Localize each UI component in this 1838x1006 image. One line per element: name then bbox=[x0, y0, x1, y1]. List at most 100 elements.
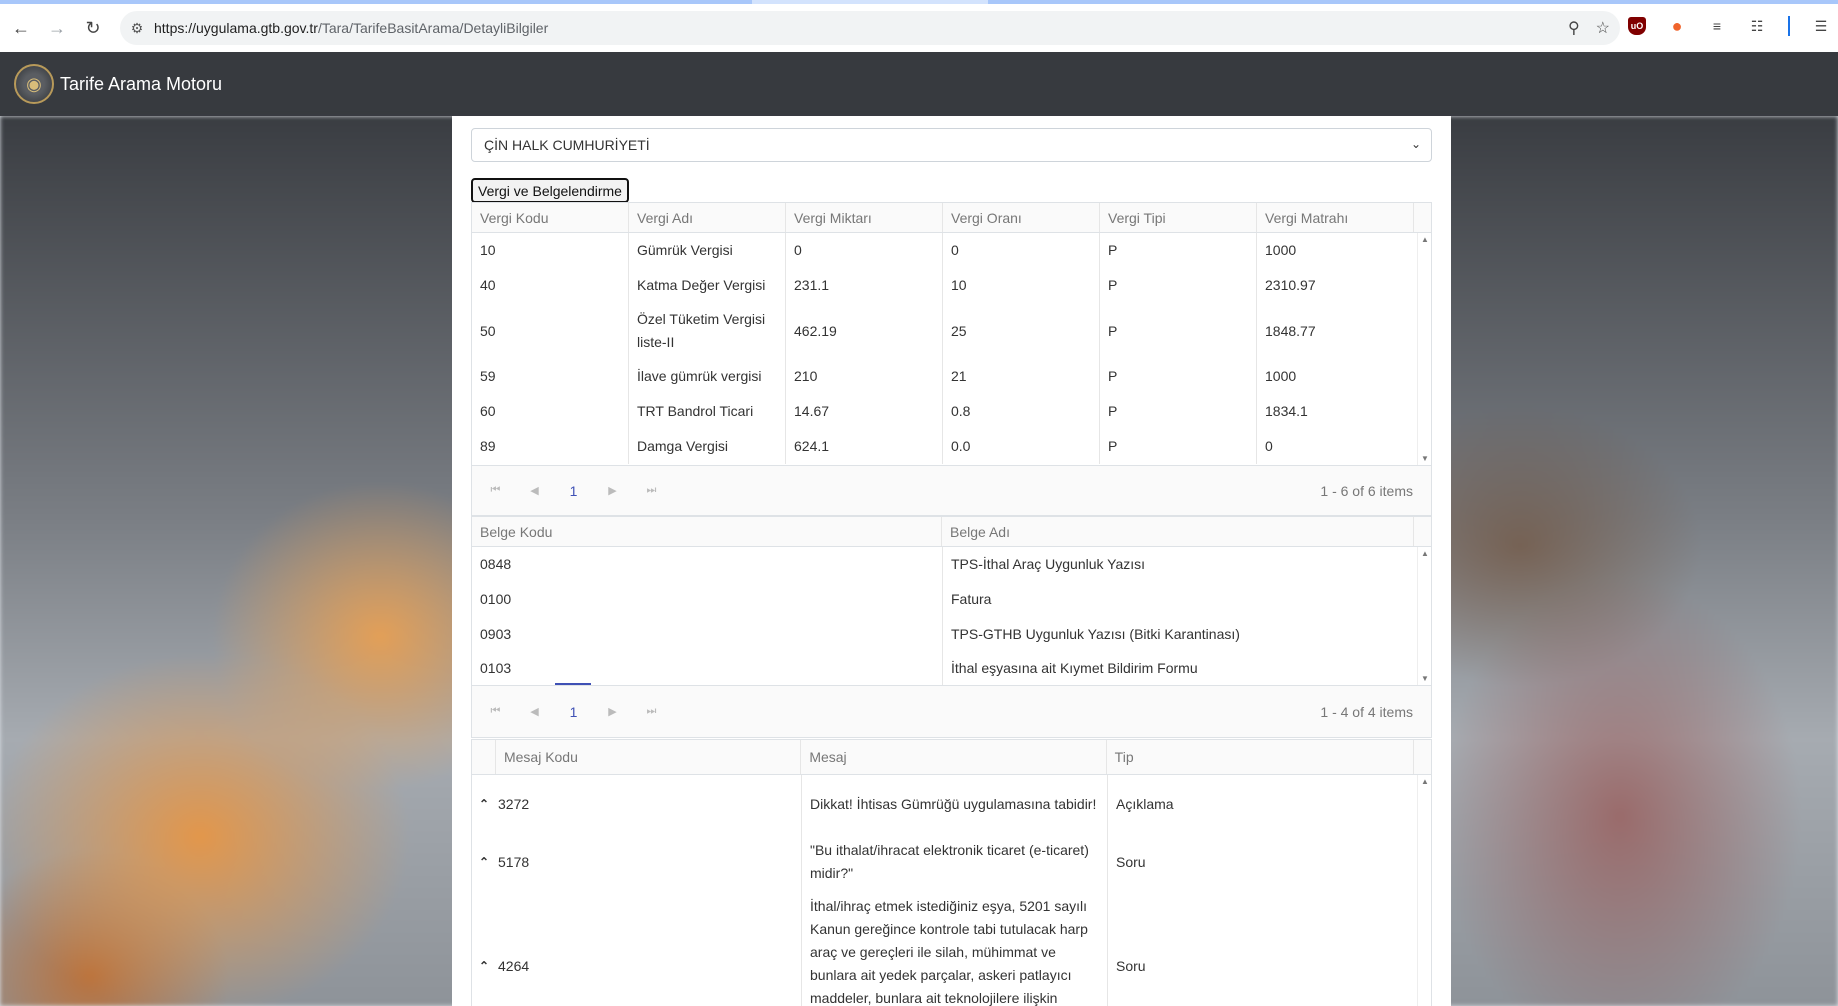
chevron-up-icon[interactable]: ⌃ bbox=[472, 833, 496, 891]
message-grid-scrollbar[interactable]: ▲ bbox=[1417, 775, 1431, 1006]
cell-base: 2310.97 bbox=[1265, 277, 1316, 293]
first-page-icon[interactable]: ⏮ bbox=[476, 705, 515, 718]
table-row[interactable]: ⌃ 5178 "Bu ithalat/ihracat elektronik ti… bbox=[472, 833, 1431, 891]
page-number[interactable]: 1 bbox=[554, 704, 593, 720]
reload-icon[interactable]: ↻ bbox=[78, 13, 108, 43]
cell-rate: 25 bbox=[943, 303, 1100, 359]
chevron-down-icon: ⌄ bbox=[1410, 137, 1421, 151]
table-row[interactable]: 50 Özel Tüketim Vergisi liste-II 462.19 … bbox=[472, 303, 1431, 359]
ublock-extension-icon[interactable]: uO bbox=[1628, 17, 1646, 35]
cell-base: 1848.77 bbox=[1265, 322, 1316, 339]
tax-grid-scrollbar[interactable]: ▲ ▼ bbox=[1417, 233, 1431, 465]
extension-orange-icon[interactable]: ● bbox=[1668, 16, 1686, 36]
address-url[interactable]: https://uygulama.gtb.gov.tr/Tara/TarifeB… bbox=[154, 20, 548, 36]
cell-base: 1000 bbox=[1265, 368, 1297, 384]
cell-amount: 462.19 bbox=[786, 303, 943, 359]
header-vergi-tipi[interactable]: Vergi Tipi bbox=[1100, 203, 1257, 232]
table-row[interactable]: ⌃ 3272 Dikkat! İhtisas Gümrüğü uygulamas… bbox=[472, 775, 1431, 833]
cell-type: P bbox=[1100, 268, 1257, 303]
cell-type: P bbox=[1100, 359, 1257, 394]
page-indicator-underline bbox=[555, 683, 591, 685]
table-row[interactable]: 0848 TPS-İthal Araç Uygunluk Yazısı bbox=[472, 547, 1431, 582]
cell-code: 59 bbox=[472, 359, 629, 394]
cell-amount: 210 bbox=[786, 359, 943, 394]
ministry-logo-icon[interactable]: ◉ bbox=[14, 64, 54, 104]
header-vergi-orani[interactable]: Vergi Oranı bbox=[943, 203, 1100, 232]
cell-doc-name: Fatura bbox=[951, 591, 992, 607]
cell-msg-text: İthal/ihraç etmek istediğiniz eşya, 5201… bbox=[802, 891, 1108, 1006]
media-icon[interactable]: ☰ bbox=[1812, 17, 1830, 35]
cell-msg-text: Dikkat! İhtisas Gümrüğü uygulamasına tab… bbox=[802, 775, 1108, 833]
toolbar-divider bbox=[1788, 16, 1790, 36]
table-row[interactable]: 59 İlave gümrük vergisi 210 21 P 1000 bbox=[472, 359, 1431, 394]
header-vergi-adi[interactable]: Vergi Adı bbox=[629, 203, 786, 232]
url-host: https://uygulama.gtb.gov.tr bbox=[154, 20, 318, 36]
cell-msg-type: Soru bbox=[1116, 853, 1146, 870]
cell-name: Gümrük Vergisi bbox=[629, 233, 786, 268]
zoom-icon[interactable]: ⚲ bbox=[1568, 18, 1580, 38]
header-mesaj[interactable]: Mesaj bbox=[801, 740, 1107, 774]
next-page-icon[interactable]: ▶ bbox=[593, 705, 632, 718]
back-arrow-icon[interactable]: ← bbox=[6, 13, 36, 43]
app-title[interactable]: Tarife Arama Motoru bbox=[60, 74, 222, 95]
country-select[interactable]: ÇİN HALK CUMHURİYETİ ⌄ bbox=[471, 128, 1432, 162]
cell-doc-code: 0903 bbox=[472, 617, 943, 652]
bookmark-star-icon[interactable]: ☆ bbox=[1596, 18, 1610, 38]
cell-amount: 624.1 bbox=[786, 429, 943, 464]
cell-doc-name: TPS-GTHB Uygunluk Yazısı (Bitki Karantin… bbox=[951, 626, 1240, 642]
document-grid-scrollbar[interactable]: ▲ ▼ bbox=[1417, 547, 1431, 685]
cell-type: P bbox=[1100, 303, 1257, 359]
table-row[interactable]: ⌃ 4264 İthal/ihraç etmek istediğiniz eşy… bbox=[472, 891, 1431, 1006]
chevron-up-icon[interactable]: ⌃ bbox=[472, 891, 496, 1006]
scroll-up-icon[interactable]: ▲ bbox=[1421, 549, 1429, 558]
extensions-puzzle-icon[interactable]: ☷ bbox=[1748, 17, 1766, 35]
cell-doc-code: 0848 bbox=[472, 547, 943, 582]
scroll-down-icon[interactable]: ▼ bbox=[1421, 674, 1429, 683]
table-row[interactable]: 40 Katma Değer Vergisi 231.1 10 P 2310.9… bbox=[472, 268, 1431, 303]
prev-page-icon[interactable]: ◀ bbox=[515, 705, 554, 718]
header-expand bbox=[472, 740, 496, 774]
cell-amount: 231.1 bbox=[786, 268, 943, 303]
first-page-icon[interactable]: ⏮ bbox=[476, 484, 515, 497]
header-mesaj-kodu[interactable]: Mesaj Kodu bbox=[496, 740, 802, 774]
prev-page-icon[interactable]: ◀ bbox=[515, 484, 554, 497]
header-belge-adi[interactable]: Belge Adı bbox=[942, 517, 1415, 546]
chevron-up-icon[interactable]: ⌃ bbox=[472, 775, 496, 833]
table-row[interactable]: 89 Damga Vergisi 624.1 0.0 P 0 bbox=[472, 429, 1431, 464]
browser-toolbar: ← → ↻ ⚙ https://uygulama.gtb.gov.tr/Tara… bbox=[0, 4, 1838, 52]
header-vergi-kodu[interactable]: Vergi Kodu bbox=[472, 203, 629, 232]
cell-doc-code: 0103 bbox=[472, 652, 943, 685]
address-bar[interactable]: ⚙ https://uygulama.gtb.gov.tr/Tara/Tarif… bbox=[120, 11, 1620, 45]
table-row[interactable]: 0100 Fatura bbox=[472, 582, 1431, 617]
tax-grid-header: Vergi Kodu Vergi Adı Vergi Miktarı Vergi… bbox=[472, 203, 1431, 233]
cell-rate: 0.0 bbox=[943, 429, 1100, 464]
cell-type: P bbox=[1100, 429, 1257, 464]
page-number[interactable]: 1 bbox=[554, 483, 593, 499]
last-page-icon[interactable]: ⏭ bbox=[632, 705, 671, 718]
scroll-up-icon[interactable]: ▲ bbox=[1421, 235, 1429, 244]
site-info-icon[interactable]: ⚙ bbox=[120, 20, 154, 37]
scroll-up-icon[interactable]: ▲ bbox=[1421, 777, 1429, 786]
document-grid-body: 0848 TPS-İthal Araç Uygunluk Yazısı 0100… bbox=[472, 547, 1431, 685]
header-vergi-miktari[interactable]: Vergi Miktarı bbox=[786, 203, 943, 232]
cell-code: 89 bbox=[472, 429, 629, 464]
reading-list-icon[interactable]: ≡ bbox=[1708, 17, 1726, 35]
next-page-icon[interactable]: ▶ bbox=[593, 484, 632, 497]
cell-rate: 10 bbox=[943, 268, 1100, 303]
cell-base: 1000 bbox=[1265, 242, 1297, 258]
table-row[interactable]: 60 TRT Bandrol Ticari 14.67 0.8 P 1834.1 bbox=[472, 394, 1431, 429]
table-row[interactable]: 10 Gümrük Vergisi 0 0 P 1000 bbox=[472, 233, 1431, 268]
last-page-icon[interactable]: ⏭ bbox=[632, 484, 671, 497]
header-tip[interactable]: Tip bbox=[1107, 740, 1415, 774]
cell-amount: 0 bbox=[786, 233, 943, 268]
table-row[interactable]: 0103 İthal eşyasına ait Kıymet Bildirim … bbox=[472, 652, 1431, 685]
header-vergi-matrahi[interactable]: Vergi Matrahı bbox=[1257, 203, 1414, 232]
tax-documentation-button[interactable]: Vergi ve Belgelendirme bbox=[471, 178, 629, 203]
cell-code: 40 bbox=[472, 268, 629, 303]
table-row[interactable]: 0903 TPS-GTHB Uygunluk Yazısı (Bitki Kar… bbox=[472, 617, 1431, 652]
header-belge-kodu[interactable]: Belge Kodu bbox=[472, 517, 943, 546]
forward-arrow-icon[interactable]: → bbox=[42, 13, 72, 43]
cell-code: 10 bbox=[472, 233, 629, 268]
cell-name: TRT Bandrol Ticari bbox=[629, 394, 786, 429]
scroll-down-icon[interactable]: ▼ bbox=[1421, 454, 1429, 463]
